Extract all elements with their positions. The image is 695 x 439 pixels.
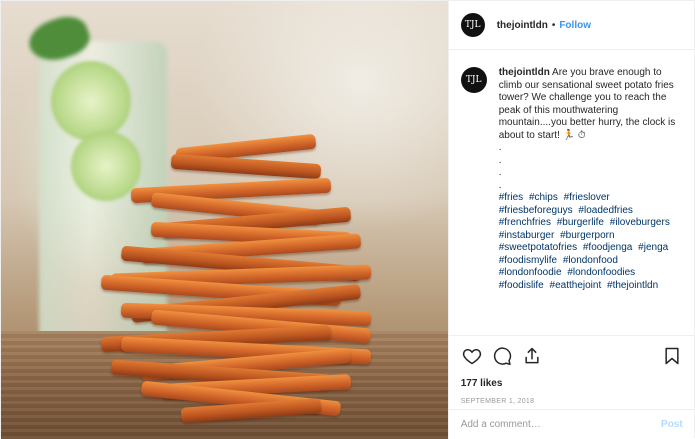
hashtag-link[interactable]: #instaburger xyxy=(499,230,555,241)
caption-body: thejointldn Are you brave enough to clim… xyxy=(499,67,683,335)
caption-area[interactable]: TJL thejointldn Are you brave enough to … xyxy=(449,51,695,335)
caption-dot: . xyxy=(498,154,502,166)
hashtag-link[interactable]: #foodislife xyxy=(499,280,544,291)
hashtag-link[interactable]: #iloveburgers xyxy=(610,217,670,228)
hashtag-link[interactable]: #sweetpotatofries xyxy=(499,242,577,253)
caption-dot: . xyxy=(498,167,502,178)
hashtag-link[interactable]: #jenga xyxy=(638,242,668,253)
follow-button[interactable]: Follow xyxy=(559,20,591,31)
comment-input[interactable] xyxy=(460,419,662,430)
hashtag-link[interactable]: #burgerporn xyxy=(560,230,614,241)
hashtag-link[interactable]: #chips xyxy=(529,192,558,203)
caption-text: Are you brave enough to climb our sensat… xyxy=(498,67,676,141)
comment-icon[interactable] xyxy=(491,345,513,367)
hashtag-link[interactable]: #fries xyxy=(499,192,523,203)
caption-dot: . xyxy=(498,179,502,191)
caption-dots: . . . . xyxy=(499,142,683,192)
avatar[interactable]: TJL xyxy=(460,13,485,37)
hashtag-link[interactable]: #frieslover xyxy=(564,192,610,203)
hashtag-link[interactable]: #thejointldn xyxy=(607,280,658,291)
heart-icon[interactable] xyxy=(461,345,483,367)
lime-slice xyxy=(51,61,131,141)
hashtag-link[interactable]: #foodjenga xyxy=(583,242,633,253)
share-icon[interactable] xyxy=(521,345,543,367)
header-separator: • xyxy=(551,19,556,31)
hashtag-link[interactable]: #eatthejoint xyxy=(550,280,602,291)
post-actions: 177 likes September 1, 2018 xyxy=(448,335,695,405)
like-count[interactable]: 177 likes xyxy=(461,378,683,389)
post-button[interactable]: Post xyxy=(661,419,683,430)
caption-avatar[interactable]: TJL xyxy=(460,67,487,93)
hashtag-link[interactable]: #frenchfries xyxy=(499,217,551,228)
hashtag-link[interactable]: #friesbeforeguys xyxy=(499,205,573,216)
hashtag-link[interactable]: #londonfoodies xyxy=(567,267,635,278)
hashtag-link[interactable]: #burgerlife xyxy=(557,217,604,228)
hashtag-link[interactable]: #loadedfries xyxy=(578,205,632,216)
instagram-post: TJL thejointldn • Follow TJL thejointldn… xyxy=(0,0,695,439)
header-username[interactable]: thejointldn xyxy=(497,20,548,31)
caption-username[interactable]: thejointldn xyxy=(499,67,550,78)
caption-dot: . xyxy=(498,142,502,153)
post-side-panel: TJL thejointldn • Follow TJL thejointldn… xyxy=(447,1,695,439)
comment-box: Post xyxy=(448,409,695,439)
hashtag-link[interactable]: #foodismylife xyxy=(499,255,557,266)
hashtag-link[interactable]: #londonfood xyxy=(563,255,618,266)
hashtag-list: #fries #chips #frieslover #friesbeforegu… xyxy=(499,192,683,292)
action-icons xyxy=(461,344,683,368)
post-date[interactable]: September 1, 2018 xyxy=(461,398,683,405)
post-photo[interactable] xyxy=(1,1,448,439)
post-header: TJL thejointldn • Follow xyxy=(448,1,694,50)
hashtag-link[interactable]: #londonfoodie xyxy=(499,267,562,278)
bookmark-icon[interactable] xyxy=(661,345,683,367)
